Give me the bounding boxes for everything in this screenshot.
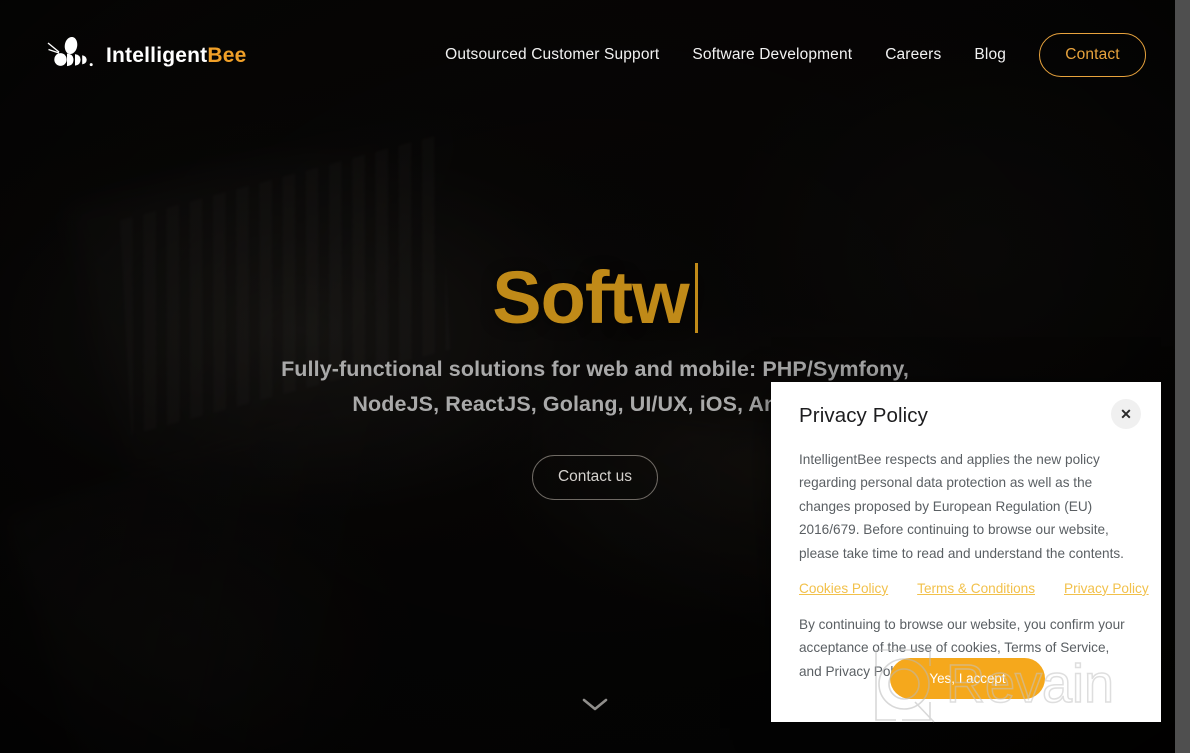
contact-button[interactable]: Contact xyxy=(1039,33,1146,77)
link-privacy-policy[interactable]: Privacy Policy xyxy=(1064,581,1149,596)
modal-policy-links: Cookies Policy Terms & Conditions Privac… xyxy=(799,581,1149,596)
typing-caret xyxy=(694,263,698,333)
close-icon[interactable]: ✕ xyxy=(1111,399,1141,429)
page-scrollbar[interactable] xyxy=(1175,0,1190,753)
nav-item-careers[interactable]: Careers xyxy=(885,46,941,64)
main-navigation: Outsourced Customer Support Software Dev… xyxy=(445,33,1146,77)
brand-text-accent: Bee xyxy=(207,43,247,67)
nav-item-outsourced-customer-support[interactable]: Outsourced Customer Support xyxy=(445,46,659,64)
chevron-down-icon xyxy=(582,698,608,711)
page-root: IntelligentBee Outsourced Customer Suppo… xyxy=(0,0,1190,753)
brand-text-primary: Intelligent xyxy=(106,43,208,67)
link-cookies-policy[interactable]: Cookies Policy xyxy=(799,581,888,596)
modal-title: Privacy Policy xyxy=(799,404,928,427)
hero-contact-us-button[interactable]: Contact us xyxy=(532,454,658,500)
modal-content: Privacy Policy ✕ IntelligentBee respects… xyxy=(771,382,1161,722)
site-header: IntelligentBee Outsourced Customer Suppo… xyxy=(0,0,1190,110)
link-terms-conditions[interactable]: Terms & Conditions xyxy=(917,581,1035,596)
privacy-policy-modal: Privacy Policy ✕ IntelligentBee respects… xyxy=(771,382,1161,722)
nav-item-software-development[interactable]: Software Development xyxy=(692,46,852,64)
accept-cookies-button[interactable]: Yes, I accept xyxy=(890,658,1045,699)
hero-typed-heading: Softw xyxy=(492,256,698,339)
hero-typed-text: Softw xyxy=(492,256,689,339)
bee-logo-icon xyxy=(47,36,93,67)
nav-item-blog[interactable]: Blog xyxy=(974,46,1006,64)
scroll-down-button[interactable] xyxy=(581,697,609,718)
brand-wordmark: IntelligentBee xyxy=(106,45,247,66)
brand-logo-link[interactable]: IntelligentBee xyxy=(44,35,247,75)
modal-body-text: IntelligentBee respects and applies the … xyxy=(799,452,1124,561)
